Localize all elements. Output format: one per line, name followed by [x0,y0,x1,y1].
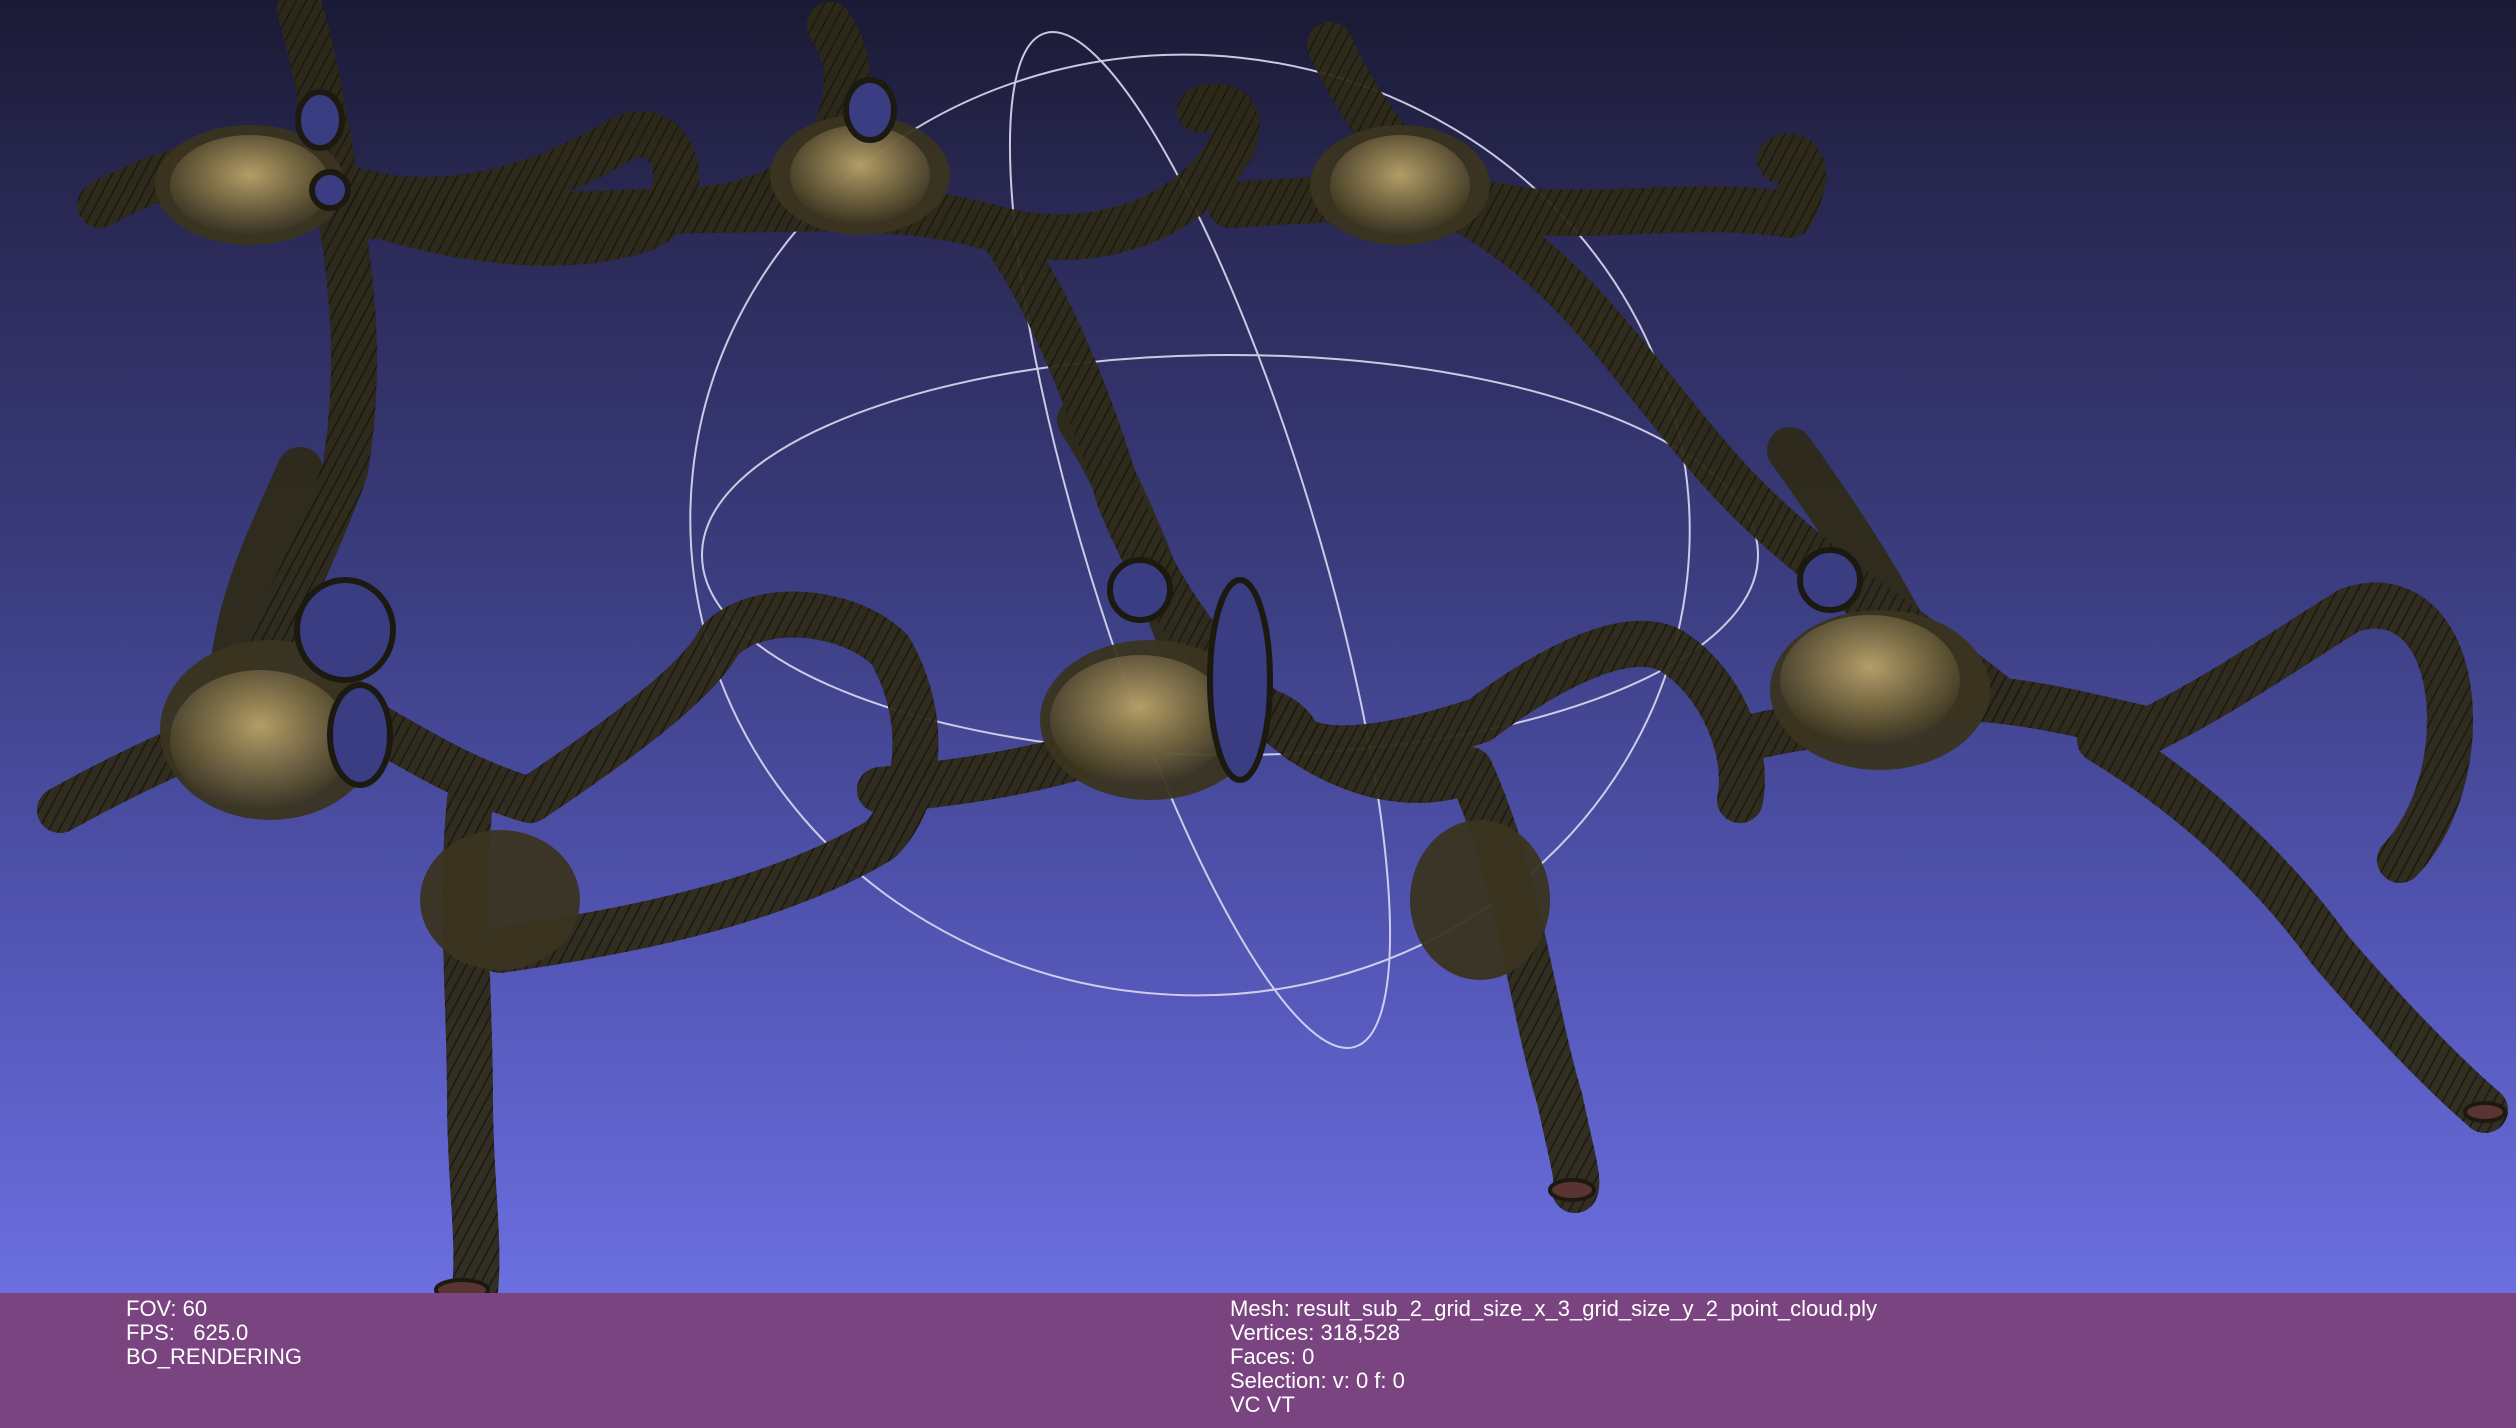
3d-viewport[interactable] [0,0,2516,1293]
render-mode-label: BO_RENDERING [126,1344,303,1369]
selection-label: Selection: v: 0 f: 0 [1230,1368,1405,1393]
fov-label: FOV: 60 [126,1296,208,1321]
fps-label: FPS: 625.0 [126,1320,249,1345]
render-info: FOV: 60 FPS: 625.0 BO_RENDERING [126,1297,302,1369]
faces-label: Faces: 0 [1230,1344,1315,1369]
vertices-label: Vertices: 318,528 [1230,1320,1401,1345]
mesh-structure [37,0,2508,1293]
point-cloud-render[interactable] [0,0,2516,1293]
mesh-name-label: Mesh: result_sub_2_grid_size_x_3_grid_si… [1230,1296,1877,1321]
status-overlay: FOV: 60 FPS: 625.0 BO_RENDERING Mesh: re… [0,1293,2516,1428]
mesh-info: Mesh: result_sub_2_grid_size_x_3_grid_si… [1230,1297,1877,1417]
flags-label: VC VT [1230,1392,1295,1417]
